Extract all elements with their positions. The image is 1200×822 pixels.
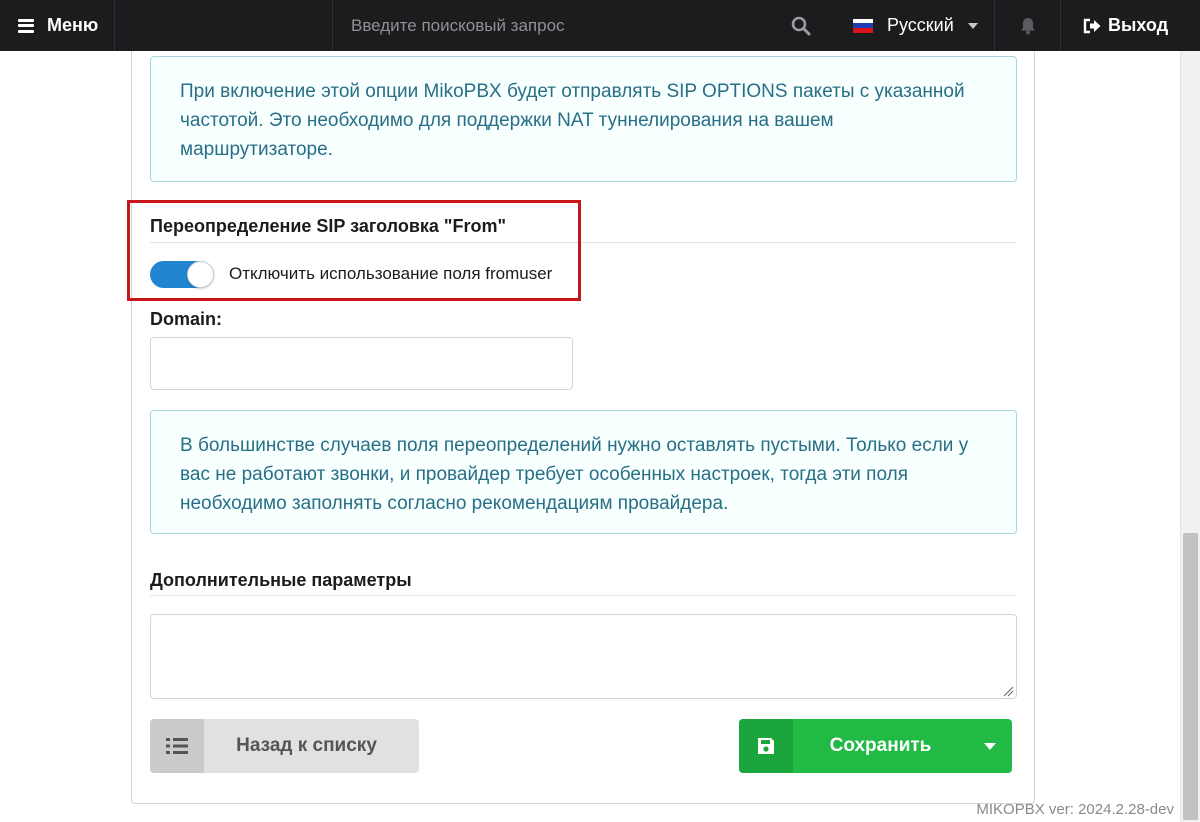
save-options-dropdown[interactable] [968, 719, 1012, 773]
domain-label: Domain: [150, 309, 222, 329]
topbar-spacer [115, 0, 333, 51]
highlight-box [127, 200, 581, 301]
additional-params-textarea[interactable] [150, 614, 1017, 699]
language-dropdown[interactable]: Русский [835, 0, 995, 51]
back-to-list-button[interactable]: Назад к списку [150, 719, 419, 773]
additional-params-title: Дополнительные параметры [150, 570, 412, 590]
logout-label: Выход [1108, 15, 1169, 35]
top-menu-bar: Меню Русский Выход [0, 0, 1200, 51]
section-divider [150, 595, 1017, 596]
save-button-label: Сохранить [829, 735, 932, 756]
russia-flag-icon [853, 18, 873, 33]
caret-down-icon [984, 742, 996, 750]
menu-label: Меню [47, 15, 99, 35]
info-message-options: При включение этой опции MikoPBX будет о… [150, 56, 1017, 182]
search-icon[interactable] [791, 16, 811, 36]
resize-handle-icon[interactable] [1002, 685, 1014, 697]
save-button[interactable]: Сохранить [739, 719, 1012, 773]
domain-input[interactable] [150, 337, 573, 390]
scrollbar-thumb[interactable] [1183, 533, 1198, 820]
search-input[interactable] [351, 15, 771, 36]
menu-button[interactable]: Меню [0, 0, 115, 51]
logout-button[interactable]: Выход [1061, 0, 1200, 51]
bell-icon [1020, 17, 1035, 34]
language-label: Русский [887, 15, 954, 35]
notifications-button[interactable] [995, 0, 1061, 51]
search-area [333, 0, 835, 51]
list-icon [150, 719, 204, 773]
chevron-down-icon [967, 22, 978, 29]
version-label: MIKOPBX ver: 2024.2.28-dev [976, 801, 1174, 818]
sign-out-icon [1083, 18, 1101, 33]
save-icon [739, 719, 793, 773]
page-scrollbar[interactable] [1180, 51, 1200, 822]
back-button-label: Назад к списку [236, 735, 377, 756]
info-message-overrides: В большинстве случаев поля переопределен… [150, 410, 1017, 534]
hamburger-icon [18, 18, 34, 33]
